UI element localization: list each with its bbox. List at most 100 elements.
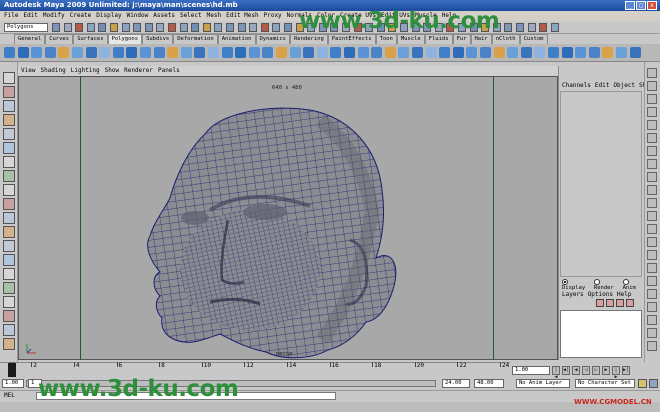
tool-icon[interactable] xyxy=(3,324,15,336)
panel-menu-lighting[interactable]: Lighting xyxy=(71,67,100,74)
go-to-end-icon[interactable]: ▶| xyxy=(622,366,630,375)
step-back-icon[interactable]: ◀ xyxy=(572,366,580,375)
close-button[interactable]: x xyxy=(647,1,657,10)
menu-modify[interactable]: Modify xyxy=(43,12,65,19)
menu-mesh[interactable]: Mesh xyxy=(207,12,221,19)
shelf-tool-icon[interactable] xyxy=(221,47,233,58)
shelf-tool-icon[interactable] xyxy=(303,47,315,58)
shelf-tool-icon[interactable] xyxy=(575,47,587,58)
shelf-tool-icon[interactable] xyxy=(493,47,505,58)
current-time-marker[interactable] xyxy=(8,363,16,377)
tool-icon[interactable] xyxy=(3,72,15,84)
tool-icon[interactable] xyxy=(3,170,15,182)
shelf-tool-icon[interactable] xyxy=(357,47,369,58)
tool-icon[interactable] xyxy=(3,114,15,126)
shelf-tool-icon[interactable] xyxy=(412,47,423,58)
channel-menu-channels[interactable]: Channels xyxy=(562,82,591,89)
shelf-tool-icon[interactable] xyxy=(534,47,546,58)
status-tool-icon[interactable] xyxy=(249,23,258,32)
side-tab-icon[interactable] xyxy=(647,341,657,351)
side-tab-icon[interactable] xyxy=(647,81,657,91)
menu-select[interactable]: Select xyxy=(180,12,202,19)
shelf-tool-icon[interactable] xyxy=(616,47,627,58)
shelf-tool-icon[interactable] xyxy=(276,47,287,58)
anim-layer-dropdown[interactable]: No Anim Layer xyxy=(516,379,570,388)
status-tool-icon[interactable] xyxy=(550,23,559,32)
tool-icon[interactable] xyxy=(3,310,15,322)
shelf-tool-icon[interactable] xyxy=(289,47,301,58)
shelf-tool-icon[interactable] xyxy=(520,47,532,58)
tool-icon[interactable] xyxy=(3,100,15,112)
side-tab-icon[interactable] xyxy=(647,159,657,169)
play-forward-icon[interactable]: ▷ xyxy=(592,366,600,375)
layer-menu-options[interactable]: Options xyxy=(588,291,613,298)
menu-proxy[interactable]: Proxy xyxy=(264,12,282,19)
shelf-tool-icon[interactable] xyxy=(398,47,410,58)
status-tool-icon[interactable] xyxy=(527,23,536,32)
shelf-tool-icon[interactable] xyxy=(588,47,600,58)
panel-menu-view[interactable]: View xyxy=(21,67,35,74)
layer-menu-layers[interactable]: Layers xyxy=(562,291,584,298)
shelf-tool-icon[interactable] xyxy=(248,47,260,58)
side-tab-icon[interactable] xyxy=(647,237,657,247)
layer-list[interactable] xyxy=(560,310,642,358)
maximize-button[interactable]: □ xyxy=(636,1,646,10)
status-tool-icon[interactable] xyxy=(214,23,223,32)
shelf-tool-icon[interactable] xyxy=(235,47,247,58)
tool-icon[interactable] xyxy=(3,86,15,98)
panel-menu-shading[interactable]: Shading xyxy=(40,67,65,74)
range-end-field[interactable]: 24.00 xyxy=(442,379,470,388)
side-tab-icon[interactable] xyxy=(647,68,657,78)
tab-subdivs[interactable]: Subdivs xyxy=(142,34,174,44)
tab-painteffects[interactable]: PaintEffects xyxy=(327,34,376,44)
current-frame-field[interactable]: 1.00 xyxy=(512,366,550,375)
shelf-tool-icon[interactable] xyxy=(344,47,355,58)
auto-key-icon[interactable] xyxy=(638,379,647,388)
status-tool-icon[interactable] xyxy=(539,23,548,32)
shelf-tool-icon[interactable] xyxy=(167,47,179,58)
status-tool-icon[interactable] xyxy=(504,23,513,32)
tab-fluids[interactable]: Fluids xyxy=(424,34,453,44)
status-tool-icon[interactable] xyxy=(179,23,188,32)
status-tool-icon[interactable] xyxy=(110,23,118,32)
status-tool-icon[interactable] xyxy=(284,23,292,32)
status-tool-icon[interactable] xyxy=(52,23,60,32)
side-tab-icon[interactable] xyxy=(647,211,657,221)
tab-fur[interactable]: Fur xyxy=(452,34,471,44)
channel-box[interactable] xyxy=(560,91,642,277)
head-mesh[interactable] xyxy=(60,90,420,360)
shelf-tool-icon[interactable] xyxy=(384,47,396,58)
side-tab-icon[interactable] xyxy=(647,120,657,130)
status-tool-icon[interactable] xyxy=(168,23,176,32)
side-tab-icon[interactable] xyxy=(647,94,657,104)
tool-icon[interactable] xyxy=(3,128,15,140)
tool-icon[interactable] xyxy=(3,198,15,210)
side-tab-icon[interactable] xyxy=(647,172,657,182)
layer-move-icon[interactable] xyxy=(626,299,634,307)
character-set-dropdown[interactable]: No Character Set xyxy=(575,379,635,388)
status-tool-icon[interactable] xyxy=(75,23,84,32)
shelf-tool-icon[interactable] xyxy=(425,47,437,58)
side-tab-icon[interactable] xyxy=(647,289,657,299)
channel-menu-edit[interactable]: Edit xyxy=(595,82,609,89)
status-tool-icon[interactable] xyxy=(272,23,281,32)
tool-icon[interactable] xyxy=(3,212,15,224)
play-back-icon[interactable]: ◁ xyxy=(582,366,590,375)
minimize-button[interactable]: _ xyxy=(625,1,635,10)
side-tab-icon[interactable] xyxy=(647,250,657,260)
shelf-tool-icon[interactable] xyxy=(153,47,165,58)
menu-display[interactable]: Display xyxy=(96,12,121,19)
tab-muscle[interactable]: Muscle xyxy=(396,34,425,44)
shelf-tool-icon[interactable] xyxy=(439,47,451,58)
status-tool-icon[interactable] xyxy=(98,23,107,32)
side-tab-icon[interactable] xyxy=(647,198,657,208)
shelf-tool-icon[interactable] xyxy=(126,47,138,58)
shelf-tool-icon[interactable] xyxy=(548,47,559,58)
command-language-label[interactable]: MEL xyxy=(4,392,15,399)
side-tab-icon[interactable] xyxy=(647,302,657,312)
tab-hair[interactable]: Hair xyxy=(470,34,492,44)
side-tab-icon[interactable] xyxy=(647,224,657,234)
menu-edit-mesh[interactable]: Edit Mesh xyxy=(226,12,259,19)
status-tool-icon[interactable] xyxy=(63,23,72,32)
shelf-tool-icon[interactable] xyxy=(480,47,491,58)
